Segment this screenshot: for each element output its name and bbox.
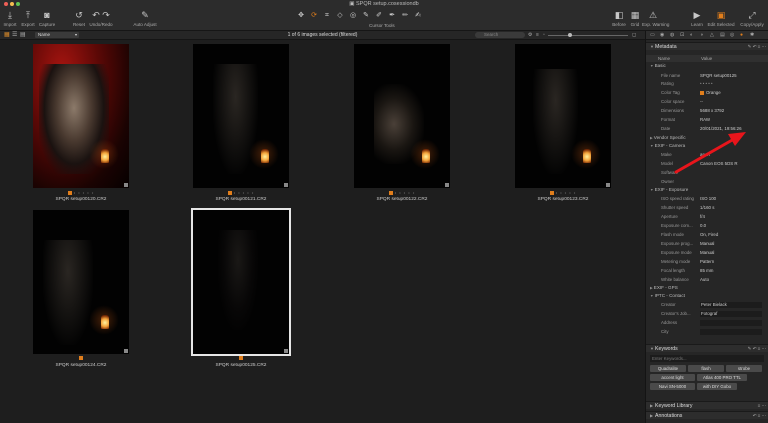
annotation-arrow-icon [674,132,746,174]
